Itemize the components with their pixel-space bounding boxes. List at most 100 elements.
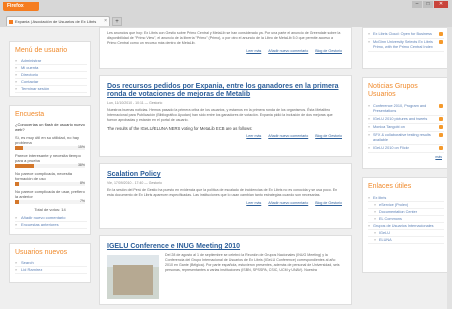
- poll-question: ¿Conocerías un flash de usuario nuevo we…: [15, 122, 85, 132]
- tab-title: Expania | Asociación de Usuarios de Ex L…: [15, 19, 97, 24]
- poll-option-bar: 15%: [15, 145, 85, 150]
- news-item[interactable]: McGinn University Selects Ex Libris Prim…: [368, 39, 444, 52]
- menu-item-directorio[interactable]: Directorio: [15, 72, 87, 79]
- news-item[interactable]: IGeLU 2010 pictures and tweets: [368, 116, 444, 124]
- tab-bar: Expania | Asociación de Usuarios de Ex L…: [0, 14, 452, 26]
- poll-title: Encuesta: [15, 111, 45, 118]
- user-group-news-list: Conference 2010, Program and Presentatio…: [368, 103, 444, 153]
- menu-item-administrar[interactable]: Administrar: [15, 58, 87, 65]
- useful-link[interactable]: ELUNA: [368, 237, 444, 244]
- menu-item-terminar-sesion[interactable]: Terminar sesión: [15, 86, 87, 93]
- post-title[interactable]: Dos recursos pedidos por Expania, entre …: [107, 83, 348, 99]
- main-content: Les anuncios que hoy: Ex Libris con Gest…: [99, 27, 352, 305]
- new-tab-button[interactable]: +: [112, 17, 122, 26]
- menu-item-mi-cuenta[interactable]: Mi cuenta: [15, 65, 87, 72]
- news-item[interactable]: Monica Tangobi on: [368, 124, 444, 132]
- poll-option-label: No parece complicada de usar, prefiero l…: [15, 189, 85, 199]
- add-comment-link[interactable]: Añadir nuevo comentario: [268, 201, 308, 205]
- post-igelu-conference: IGELU Conference e INUG Meeting 2010 Del…: [99, 235, 352, 305]
- user-link[interactable]: Lid Ramirez: [15, 267, 87, 274]
- firefox-menu-button[interactable]: Firefox: [3, 2, 39, 11]
- poll-percent: 8%: [79, 181, 85, 185]
- news-top-block: Ex Libris Cloud: Open for Business McGin…: [362, 27, 448, 69]
- post-text: Nuestros buenas noticias. Hemos pasado l…: [107, 108, 333, 122]
- useful-links-tree: Ex libriseService (Prolex)Documentation …: [368, 195, 444, 244]
- blog-link[interactable]: Blog de Gestorio: [315, 201, 342, 205]
- minimize-button[interactable]: –: [412, 1, 422, 8]
- post-title[interactable]: IGELU Conference e INUG Meeting 2010: [107, 243, 348, 251]
- add-comment-link[interactable]: Añadir nuevo comentario: [268, 49, 308, 53]
- new-users-list: Search Lid Ramirez: [15, 260, 87, 274]
- poll-links: Añadir nuevo comentario Encuestas anteri…: [15, 215, 87, 229]
- add-comment-link[interactable]: Añadir nuevo comentario: [15, 215, 87, 222]
- user-menu: Administrar Mi cuenta Directorio Contact…: [15, 58, 87, 93]
- new-users-block: Usuarios nuevos Search Lid Ramirez: [9, 243, 91, 283]
- favicon-icon: [9, 20, 13, 24]
- new-users-title: Usuarios nuevos: [15, 249, 68, 256]
- post-title[interactable]: Scalation Policy: [107, 171, 348, 179]
- maximize-button[interactable]: □: [423, 1, 433, 8]
- blog-link[interactable]: Blog de Gestorio: [315, 49, 342, 53]
- window-controls: – □ ✕: [412, 1, 448, 8]
- user-group-news-title: Noticias Grupos Usuarios: [368, 83, 418, 98]
- news-top-list: Ex Libris Cloud: Open for Business McGin…: [368, 31, 444, 52]
- menu-item-contactar[interactable]: Contactar: [15, 79, 87, 86]
- rss-icon: [439, 125, 443, 129]
- rss-icon: [439, 40, 443, 44]
- user-menu-block: Menú de usuario Administrar Mi cuenta Di…: [9, 41, 91, 97]
- poll-bar-fill: [15, 146, 23, 150]
- rss-icon: [439, 117, 443, 121]
- useful-link[interactable]: Documentation Center: [368, 209, 444, 216]
- rss-icon: [439, 133, 443, 137]
- poll-option-bar: 7%: [15, 199, 85, 204]
- close-tab-icon[interactable]: ×: [104, 17, 107, 26]
- poll-percent: 7%: [79, 199, 85, 203]
- poll-option-label: Sí, es muy útil en su utilidad, no hay p…: [15, 135, 80, 145]
- useful-link[interactable]: EL Commons: [368, 216, 444, 223]
- user-menu-title: Menú de usuario: [15, 47, 68, 54]
- conference-photo: [107, 255, 159, 299]
- post-lead: The results of the IGeLU/ELUNA NERS voti…: [107, 126, 253, 131]
- news-item[interactable]: Conference 2010, Program and Presentatio…: [368, 103, 444, 116]
- page-content: Menú de usuario Administrar Mi cuenta Di…: [0, 27, 452, 309]
- poll-percent: 38%: [77, 163, 85, 167]
- post-links: Leer más Añadir nuevo comentario Blog de…: [103, 201, 342, 205]
- add-comment-link[interactable]: Añadir nuevo comentario: [268, 134, 308, 138]
- poll-block: Encuesta ¿Conocerías un flash de usuario…: [9, 105, 91, 235]
- previous-polls-link[interactable]: Encuestas anteriores: [15, 222, 87, 229]
- news-item[interactable]: SFX & collaborative testing results avai…: [368, 132, 444, 145]
- close-window-button[interactable]: ✕: [434, 1, 448, 8]
- post-text: En la sesión del Perú de Gestio ha puest…: [107, 188, 338, 197]
- poll-option-label: No parece complicada, necesita formación…: [15, 171, 72, 181]
- read-more-link[interactable]: Leer más: [246, 134, 261, 138]
- news-item[interactable]: Ex Libris Cloud: Open for Business: [368, 31, 444, 39]
- post-scalation-policy: Scalation Policy Vie, 17/09/2010 - 17:40…: [99, 163, 352, 229]
- post-meta: Lun, 11/10/2010 - 10:11 — Gestorio: [107, 101, 163, 105]
- post-links: Leer más Añadir nuevo comentario Blog de…: [103, 49, 342, 53]
- poll-percent: 15%: [77, 145, 85, 149]
- poll-bar-fill: [15, 164, 34, 168]
- more-link[interactable]: más: [366, 155, 442, 159]
- poll-total: Total de votos: 14: [34, 207, 66, 212]
- useful-link[interactable]: eService (Prolex): [368, 202, 444, 209]
- user-link[interactable]: Search: [15, 260, 87, 267]
- blog-link[interactable]: Blog de Gestorio: [315, 134, 342, 138]
- tab-expania[interactable]: Expania | Asociación de Usuarios de Ex L…: [6, 16, 110, 26]
- user-group-news-block: Noticias Grupos Usuarios Conference 2010…: [362, 77, 448, 169]
- post-meta: Vie, 17/09/2010 - 17:40 — Gestorio: [107, 181, 162, 185]
- poll-options: Sí, es muy útil en su utilidad, no hay p…: [13, 135, 87, 204]
- right-sidebar: Ex Libris Cloud: Open for Business McGin…: [362, 27, 448, 273]
- poll-bar-fill: [15, 200, 19, 204]
- left-sidebar: Menú de usuario Administrar Mi cuenta Di…: [9, 27, 91, 283]
- news-item[interactable]: IGeLU 2010 on Flickr: [368, 145, 444, 153]
- useful-link[interactable]: Grupos de Usuarios Internacionales: [368, 223, 444, 230]
- read-more-link[interactable]: Leer más: [246, 49, 261, 53]
- poll-bar-fill: [15, 182, 20, 186]
- useful-links-block: Enlaces útiles Ex libriseService (Prolex…: [362, 177, 448, 273]
- useful-link[interactable]: Ex libris: [368, 195, 444, 202]
- rss-icon: [439, 32, 443, 36]
- post-text: Les anuncios que hoy: Ex Libris con Gest…: [107, 31, 341, 45]
- useful-link[interactable]: IGeLU: [368, 230, 444, 237]
- page-scrollbar[interactable]: [447, 27, 452, 309]
- read-more-link[interactable]: Leer más: [246, 201, 261, 205]
